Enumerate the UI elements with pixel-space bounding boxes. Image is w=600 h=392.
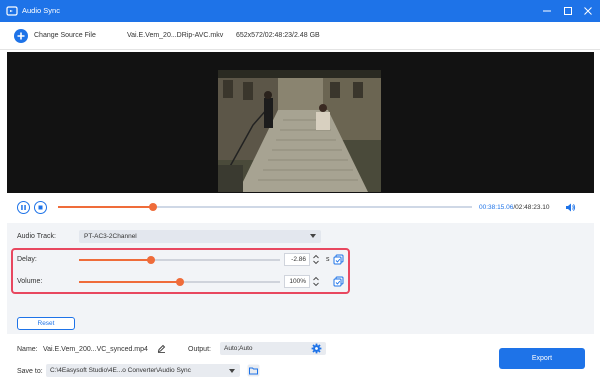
save-path-value: C:\4Easysoft Studio\4E...o Converter\Aud…: [50, 367, 191, 374]
save-to-label: Save to:: [17, 368, 43, 375]
source-toolbar: Change Source File Vai.E.Vem_20...DRip-A…: [0, 22, 600, 50]
volume-input[interactable]: 100%: [284, 275, 310, 288]
delay-label: Delay:: [17, 256, 37, 263]
volume-slider-handle[interactable]: [175, 278, 184, 286]
export-button[interactable]: Export: [499, 348, 585, 369]
source-file-info: 652x572/02:48:23/2.48 GB: [236, 32, 320, 39]
output-label: Output:: [188, 346, 211, 353]
edit-name-icon[interactable]: [157, 344, 166, 353]
folder-icon[interactable]: [247, 364, 260, 377]
output-file-name: Vai.E.Vem_200...VC_synced.mp4: [43, 346, 148, 353]
volume-slider-fill: [79, 281, 180, 283]
volume-button[interactable]: [565, 202, 576, 213]
close-icon: [584, 7, 592, 15]
speaker-icon: [566, 203, 576, 212]
current-time: 00:38:15.06: [479, 204, 514, 211]
pause-button[interactable]: [17, 201, 30, 214]
change-source-button[interactable]: [14, 29, 28, 43]
playback-time: 00:38:15.06/02:48:23.10: [479, 204, 550, 211]
minimize-button[interactable]: [540, 4, 554, 18]
gear-icon[interactable]: [311, 343, 322, 354]
playback-progress-bar[interactable]: [58, 203, 472, 211]
audio-track-label: Audio Track:: [17, 233, 56, 240]
minimize-icon: [543, 10, 551, 12]
volume-label: Volume:: [17, 278, 43, 285]
stop-icon: [38, 205, 43, 210]
apply-delay-icon[interactable]: [333, 254, 344, 265]
delay-unit: s: [326, 256, 330, 263]
volume-stepper-icon[interactable]: [312, 275, 320, 288]
chevron-down-icon[interactable]: [229, 369, 235, 373]
playback-progress-fill: [58, 206, 154, 208]
total-time: /02:48:23.10: [513, 204, 550, 211]
chevron-down-icon: [310, 234, 316, 238]
video-frame: [218, 70, 381, 192]
delay-input[interactable]: -2.86: [284, 253, 310, 266]
reset-button[interactable]: Reset: [17, 317, 75, 330]
audio-track-value: PT-AC3-2Channel: [84, 233, 137, 240]
name-label: Name:: [17, 346, 38, 353]
title-bar: Audio Sync: [0, 0, 600, 22]
pause-icon: [21, 205, 26, 210]
audio-sync-app-icon: [6, 6, 18, 16]
delay-stepper-icon[interactable]: [312, 253, 320, 266]
delay-slider[interactable]: [79, 256, 280, 264]
window-title: Audio Sync: [22, 6, 60, 15]
delay-slider-fill: [79, 259, 152, 261]
change-source-label[interactable]: Change Source File: [34, 32, 96, 39]
maximize-icon: [564, 7, 572, 15]
stop-button[interactable]: [34, 201, 47, 214]
audio-track-select[interactable]: PT-AC3-2Channel: [79, 230, 321, 243]
save-path-field[interactable]: C:\4Easysoft Studio\4E...o Converter\Aud…: [46, 364, 240, 377]
apply-volume-icon[interactable]: [333, 276, 344, 287]
plus-icon: [17, 32, 25, 40]
close-button[interactable]: [581, 4, 595, 18]
maximize-button[interactable]: [561, 4, 575, 18]
video-frame-image: [218, 70, 381, 192]
source-file-name: Vai.E.Vem_20...DRip-AVC.mkv: [127, 32, 224, 39]
volume-slider[interactable]: [79, 278, 280, 286]
